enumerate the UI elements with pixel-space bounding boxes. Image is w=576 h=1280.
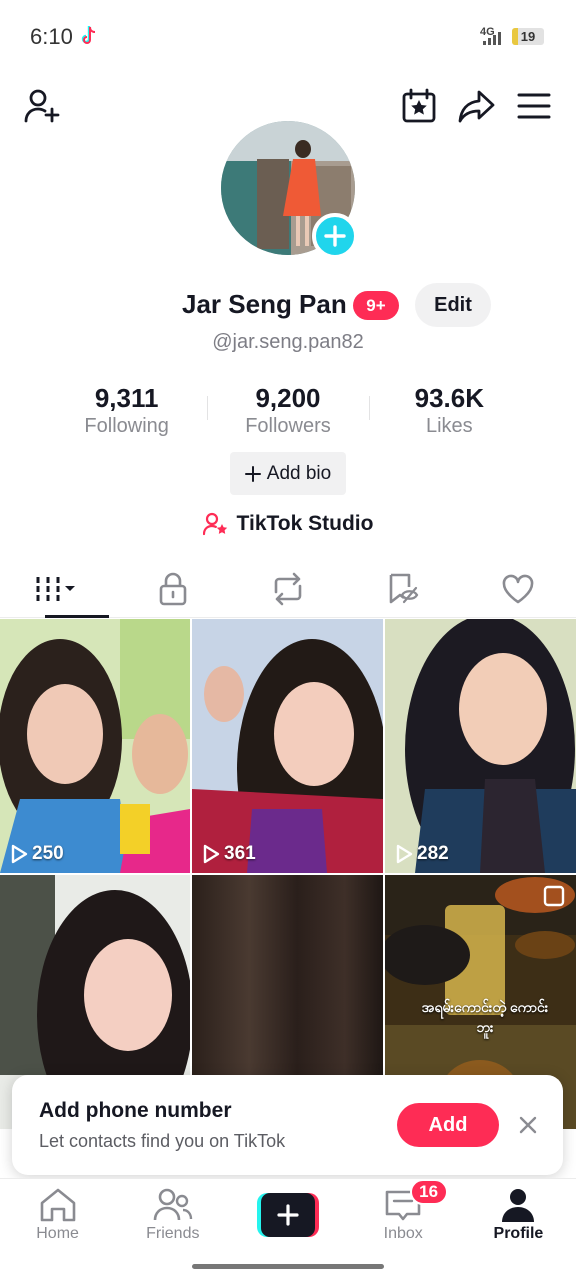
stat-value: 9,311: [94, 383, 159, 413]
video-thumbnail-image: [385, 619, 576, 873]
view-count: 250: [10, 843, 64, 865]
stat-value: 9,200: [255, 383, 321, 413]
play-icon: [11, 844, 28, 864]
add-bio-label: Add bio: [266, 462, 332, 484]
repost-icon: [274, 572, 302, 605]
share-icon: [458, 90, 495, 123]
add-bio-button[interactable]: Add bio: [230, 452, 346, 495]
plus-icon: [277, 1204, 299, 1226]
stat-following[interactable]: 9,311 Following: [46, 382, 207, 442]
stat-value: 93.6K: [414, 383, 485, 413]
tab-private[interactable]: [115, 560, 230, 617]
view-count-value: 361: [224, 843, 256, 864]
battery-level: 19: [520, 29, 536, 44]
create-button[interactable]: [257, 1193, 319, 1237]
plus-icon: [244, 465, 261, 482]
close-popup-button[interactable]: [514, 1111, 542, 1139]
profile-tabs: [0, 560, 576, 618]
tab-reposts[interactable]: [230, 560, 345, 617]
video-thumbnail[interactable]: 282: [385, 619, 576, 873]
nav-friends-label: Friends: [146, 1225, 200, 1242]
add-friend-button[interactable]: [22, 86, 62, 126]
plus-icon: [324, 225, 346, 247]
inbox-count-badge: 16: [409, 1179, 448, 1205]
notification-badge[interactable]: 9+: [353, 291, 399, 320]
stat-likes[interactable]: 93.6K Likes: [368, 382, 530, 442]
status-bar: 6:10 4G 19: [0, 0, 576, 72]
profile-name: Jar Seng Pan: [182, 289, 347, 319]
close-icon: [519, 1116, 537, 1134]
view-count: 282: [395, 843, 449, 865]
nav-home[interactable]: Home: [0, 1179, 115, 1254]
video-thumbnail[interactable]: 250: [0, 619, 190, 873]
bottom-nav: Home Friends Inbox 16 Profile: [0, 1178, 576, 1254]
tiktok-studio-link[interactable]: TikTok Studio: [0, 506, 576, 542]
tab-videos[interactable]: [0, 560, 115, 618]
popup-subtitle: Let contacts find you on TikTok: [39, 1131, 286, 1151]
nav-friends[interactable]: Friends: [115, 1179, 230, 1254]
add-user-icon: [24, 89, 60, 123]
signal-icon: [483, 32, 501, 45]
stat-label: Followers: [245, 415, 331, 437]
tab-liked[interactable]: [461, 560, 576, 617]
profile-name-row: Jar Seng Pan 9+ Edit: [0, 281, 576, 327]
add-avatar-button[interactable]: [312, 213, 358, 259]
profile-stats: 9,311 Following 9,200 Followers 93.6K Li…: [46, 382, 530, 442]
video-grid: 250 361 282 အရမ်းကောင်းတဲ့ ကောင်းဘူး: [0, 619, 576, 1129]
bookmark-hidden-icon: [389, 573, 419, 603]
status-time: 6:10: [30, 24, 73, 49]
events-button[interactable]: [399, 86, 439, 126]
play-icon: [396, 844, 413, 864]
nav-profile[interactable]: Profile: [461, 1179, 576, 1254]
profile-handle: @jar.seng.pan82: [212, 331, 364, 353]
calendar-star-icon: [402, 88, 436, 123]
tab-favorites[interactable]: [346, 560, 461, 617]
view-count-value: 282: [417, 843, 449, 864]
video-thumbnail[interactable]: 361: [192, 619, 383, 873]
creator-star-icon: [202, 512, 227, 536]
nav-inbox-label: Inbox: [383, 1225, 423, 1242]
play-icon: [203, 844, 220, 864]
videos-grid-icon: [36, 576, 75, 601]
nav-create[interactable]: [230, 1179, 345, 1254]
nav-inbox[interactable]: Inbox 16: [346, 1179, 461, 1254]
heart-icon: [503, 574, 534, 603]
menu-button[interactable]: [514, 86, 554, 126]
stat-label: Likes: [425, 415, 473, 437]
view-count-value: 250: [32, 843, 64, 864]
share-profile-button[interactable]: [457, 86, 497, 126]
tiktok-notification-icon: [81, 26, 96, 44]
stat-followers[interactable]: 9,200 Followers: [207, 382, 368, 442]
edit-profile-button[interactable]: Edit: [415, 283, 491, 327]
nav-home-label: Home: [36, 1225, 79, 1242]
home-indicator[interactable]: [192, 1264, 384, 1269]
nav-profile-label: Profile: [493, 1225, 544, 1242]
add-phone-button[interactable]: Add: [397, 1103, 499, 1147]
profile-icon: [502, 1189, 535, 1222]
view-count: 361: [202, 843, 256, 865]
stat-label: Following: [84, 415, 169, 437]
add-phone-popup: Add phone number Let contacts find you o…: [12, 1075, 563, 1175]
video-caption-overlay: အရမ်းကောင်းတဲ့ ကောင်းဘူး: [421, 999, 549, 1035]
hamburger-menu-icon: [517, 93, 551, 119]
home-icon: [40, 1188, 75, 1222]
lock-icon: [159, 572, 187, 605]
tiktok-studio-label: TikTok Studio: [236, 512, 374, 535]
battery-icon: 19: [512, 28, 544, 45]
friends-icon: [153, 1188, 192, 1221]
video-thumbnail-image: [0, 619, 190, 873]
video-thumbnail-image: [192, 619, 383, 873]
popup-title: Add phone number: [39, 1099, 232, 1122]
